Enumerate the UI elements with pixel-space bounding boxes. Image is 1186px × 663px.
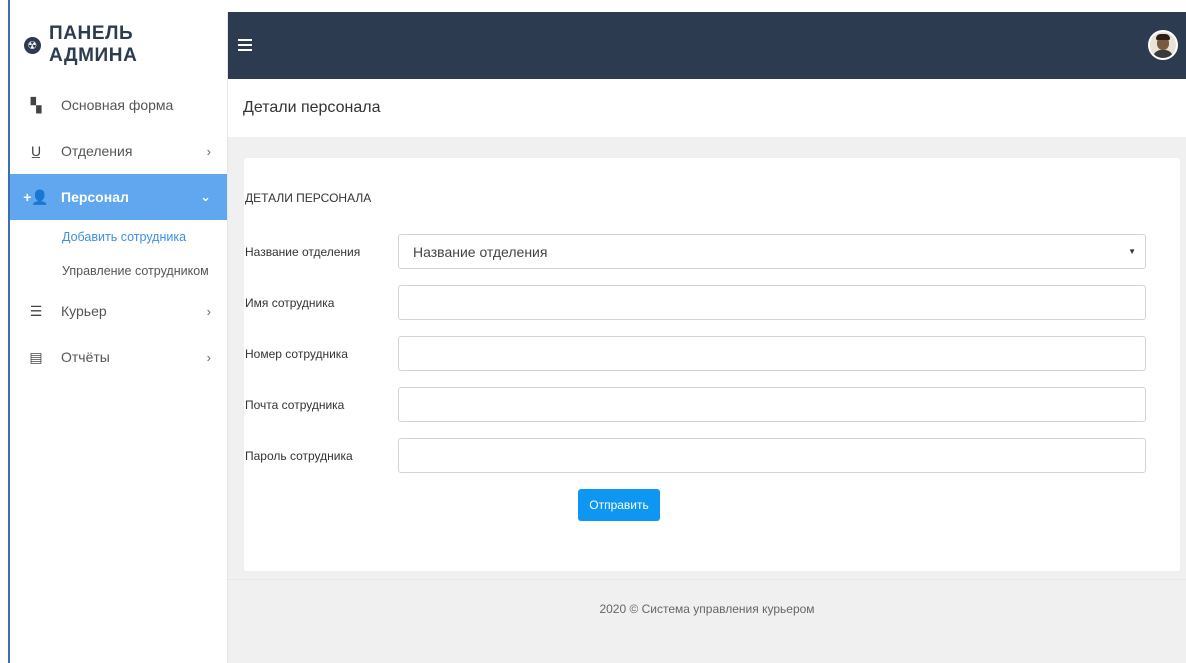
add-user-icon: +👤 [23,188,49,205]
sidebar-item-label: Основная форма [61,97,174,113]
sidebar: ☢ ПАНЕЛЬ АДМИНА ▚ Основная форма U̲ Отде… [10,12,228,663]
caret-down-icon: ▼ [1128,247,1136,256]
reports-icon: ▤ [29,348,43,365]
chevron-right-icon: › [206,349,211,365]
employee-number-label: Номер сотрудника [245,347,348,361]
sidebar-subitem-add-employee[interactable]: Добавить сотрудника [10,220,227,254]
employee-password-row: Пароль сотрудника [245,438,1147,474]
sidebar-item-main-form[interactable]: ▚ Основная форма [10,82,227,128]
u-underline-icon: U̲ [30,143,42,159]
window-frame [0,0,10,663]
department-row: Название отделения Название отделения ▼ [245,234,1147,270]
brand-title: ПАНЕЛЬ АДМИНА [48,23,138,66]
sidebar-item-label: Персонал [61,189,129,205]
employee-email-label: Почта сотрудника [245,398,345,412]
form-title: ДЕТАЛИ ПЕРСОНАЛА [245,191,372,205]
sidebar-item-label: Курьер [61,303,107,319]
department-select[interactable]: Название отделения ▼ [398,234,1146,269]
employee-name-input[interactable] [398,285,1146,320]
department-select-value: Название отделения [413,243,548,260]
employee-number-input[interactable] [398,336,1146,371]
menu-toggle-icon[interactable] [238,39,252,51]
sidebar-item-departments[interactable]: U̲ Отделения › [10,128,227,174]
sidebar-item-courier[interactable]: ☰ Курьер › [10,288,227,334]
employee-name-row: Имя сотрудника [245,285,1147,321]
dashboard-icon: ▚ [30,96,42,113]
employee-email-input[interactable] [398,387,1146,422]
footer: 2020 © Система управления курьером [228,579,1186,663]
chevron-right-icon: › [206,303,211,319]
main-content: Детали персонала ДЕТАЛИ ПЕРСОНАЛА Назван… [228,79,1186,663]
footer-text: 2020 © Система управления курьером [599,602,815,616]
department-label: Название отделения [245,245,361,259]
chevron-down-icon: ⌄ [200,189,211,204]
sidebar-item-label: Отделения [61,143,133,159]
sidebar-item-reports[interactable]: ▤ Отчёты › [10,334,227,380]
radiation-logo-icon: ☢ [24,36,41,54]
employee-number-row: Номер сотрудника [245,336,1147,372]
employee-password-input[interactable] [398,438,1146,473]
list-icon: ☰ [29,302,43,319]
avatar[interactable] [1148,30,1178,60]
employee-password-label: Пароль сотрудника [245,449,353,463]
topbar [228,12,1186,79]
sidebar-subitem-manage-employee[interactable]: Управление сотрудником [10,254,227,288]
sidebar-item-label: Отчёты [61,349,110,365]
submit-button[interactable]: Отправить [578,489,660,521]
page-title: Детали персонала [228,79,1186,137]
employee-name-label: Имя сотрудника [245,296,335,310]
sidebar-item-staff[interactable]: +👤 Персонал ⌄ [10,174,227,220]
chevron-right-icon: › [206,143,211,159]
employee-email-row: Почта сотрудника [245,387,1147,423]
brand[interactable]: ☢ ПАНЕЛЬ АДМИНА [10,12,227,78]
